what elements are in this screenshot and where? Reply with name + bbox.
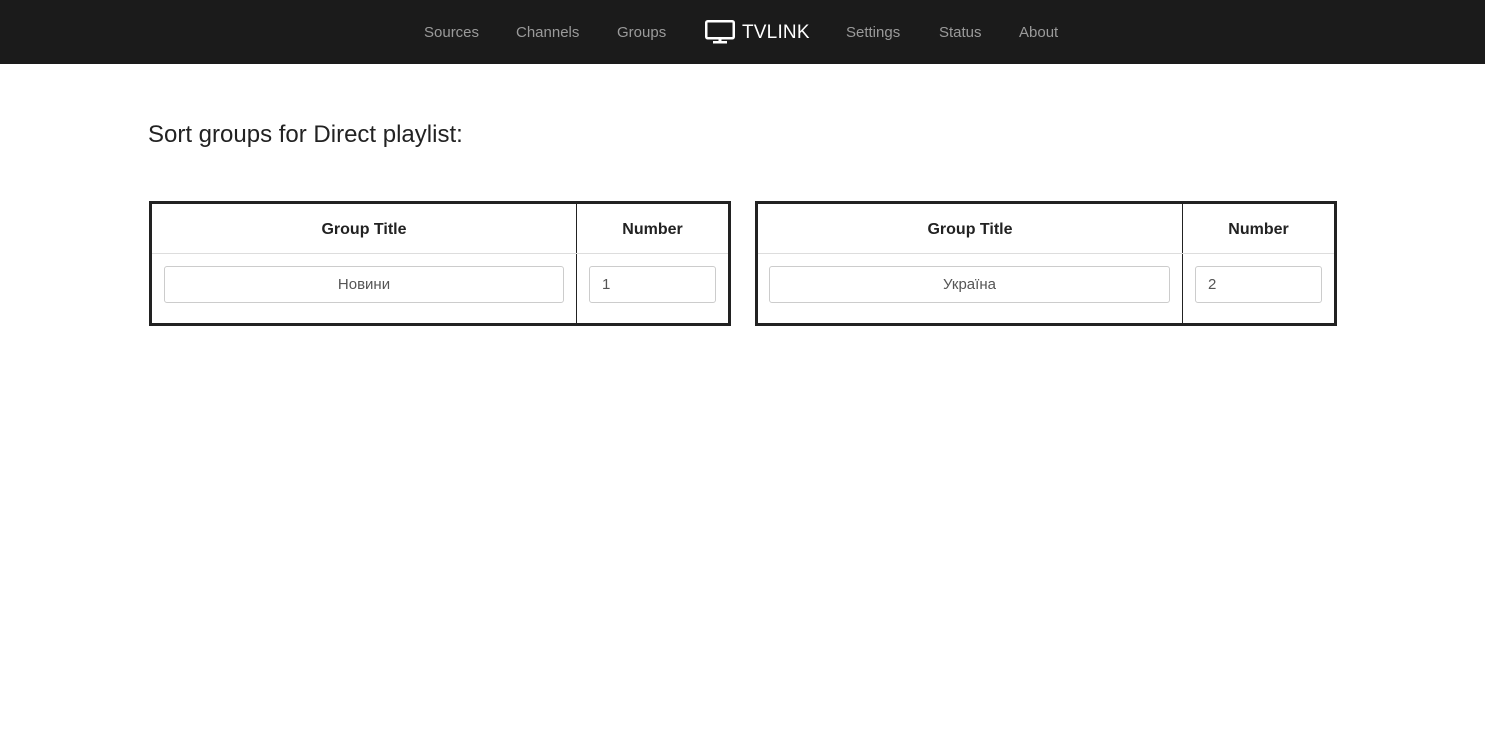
header-divider — [758, 253, 1334, 254]
brand-title: TVLINK — [742, 21, 810, 43]
group-sort-table: Group Title Number — [755, 201, 1337, 326]
nav-link-channels[interactable]: Channels — [516, 0, 579, 64]
group-title-input[interactable] — [769, 266, 1170, 303]
tv-monitor-icon — [705, 20, 735, 44]
group-number-input[interactable] — [589, 266, 716, 303]
nav-link-about[interactable]: About — [1019, 0, 1058, 64]
brand-logo-link[interactable]: TVLINK — [705, 0, 810, 64]
top-navbar: Sources Channels Groups TVLINK Settings … — [0, 0, 1485, 64]
header-divider — [152, 253, 728, 254]
nav-link-groups[interactable]: Groups — [617, 0, 666, 64]
nav-link-sources[interactable]: Sources — [424, 0, 479, 64]
group-title-input[interactable] — [164, 266, 564, 303]
column-divider — [1182, 204, 1183, 323]
nav-link-settings[interactable]: Settings — [846, 0, 900, 64]
column-divider — [576, 204, 577, 323]
page-title: Sort groups for Direct playlist: — [148, 121, 463, 148]
group-sort-table: Group Title Number — [149, 201, 731, 326]
header-number: Number — [622, 221, 683, 238]
header-number: Number — [1228, 221, 1289, 238]
header-group-title: Group Title — [927, 221, 1013, 238]
group-number-input[interactable] — [1195, 266, 1322, 303]
header-group-title: Group Title — [321, 221, 407, 238]
nav-link-status[interactable]: Status — [939, 0, 982, 64]
